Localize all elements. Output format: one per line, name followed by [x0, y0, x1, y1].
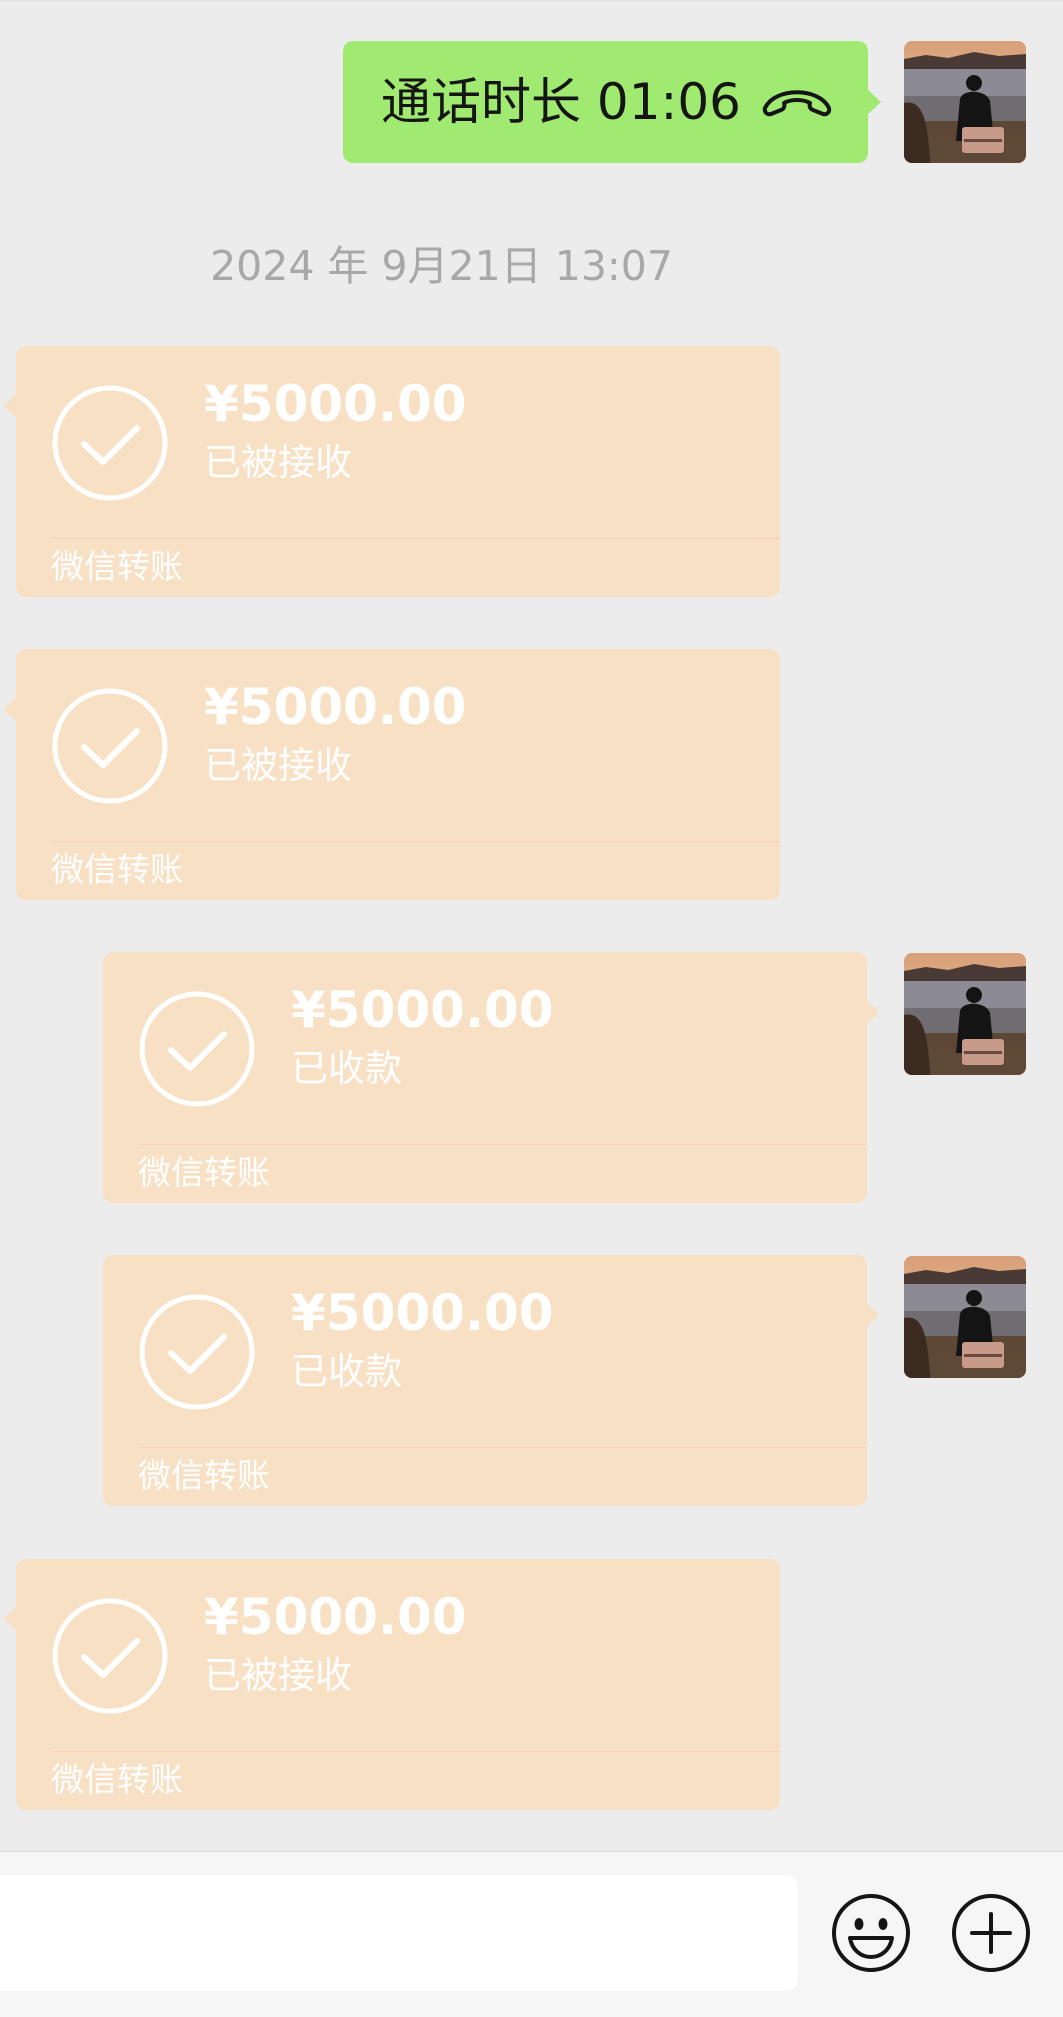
input-bar: [0, 1851, 1063, 2017]
check-circle-icon: [139, 1294, 255, 1410]
check-circle-icon: [52, 688, 168, 804]
phone-hangup-icon: [762, 90, 832, 117]
avatar[interactable]: [904, 953, 1026, 1075]
divider: [0, 0, 1063, 2]
transfer-source: 微信转账: [51, 1760, 183, 1799]
transfer-card[interactable]: ¥5000.00 已收款 微信转账: [103, 1255, 879, 1506]
avatar[interactable]: [904, 41, 1026, 163]
plus-circle-icon[interactable]: [950, 1892, 1032, 1974]
transfer-card[interactable]: ¥5000.00 已被接收 微信转账: [4, 649, 780, 900]
transfer-card[interactable]: ¥5000.00 已收款 微信转账: [103, 952, 879, 1203]
bubble-tail: [4, 697, 16, 721]
bubble-tail: [867, 1000, 879, 1024]
call-duration-bubble[interactable]: 通话时长 01:06: [343, 41, 881, 163]
bubble-tail: [867, 89, 881, 115]
bubble-tail: [4, 1607, 16, 1631]
transfer-source: 微信转账: [51, 547, 183, 586]
transfer-status: 已收款: [291, 1047, 402, 1090]
transfer-card[interactable]: ¥5000.00 已被接收 微信转账: [4, 346, 780, 597]
check-circle-icon: [52, 1598, 168, 1714]
divider: [51, 538, 780, 539]
bubble-tail: [867, 1303, 879, 1327]
check-circle-icon: [52, 385, 168, 501]
message-timestamp: 2024 年 9月21日 13:07: [210, 242, 673, 290]
check-circle-icon: [139, 991, 255, 1107]
divider: [138, 1447, 867, 1448]
transfer-status: 已被接收: [204, 441, 352, 484]
message-input[interactable]: [0, 1875, 798, 1991]
transfer-status: 已被接收: [204, 744, 352, 787]
transfer-amount: ¥5000.00: [291, 1284, 554, 1342]
transfer-card[interactable]: ¥5000.00 已被接收 微信转账: [4, 1559, 780, 1810]
transfer-status: 已被接收: [204, 1654, 352, 1697]
emoji-icon[interactable]: [830, 1892, 912, 1974]
divider: [138, 1144, 867, 1145]
divider: [51, 1751, 780, 1752]
call-duration-text: 通话时长 01:06: [381, 73, 741, 131]
chat-area: 通话时长 01:06 2024 年 9月21日 13:07 ¥5000.00 已…: [0, 0, 1063, 1851]
transfer-amount: ¥5000.00: [204, 1588, 467, 1646]
divider: [51, 841, 780, 842]
transfer-status: 已收款: [291, 1350, 402, 1393]
transfer-amount: ¥5000.00: [204, 375, 467, 433]
transfer-source: 微信转账: [138, 1456, 270, 1495]
avatar[interactable]: [904, 1256, 1026, 1378]
transfer-amount: ¥5000.00: [291, 981, 554, 1039]
transfer-amount: ¥5000.00: [204, 678, 467, 736]
bubble-tail: [4, 394, 16, 418]
transfer-source: 微信转账: [51, 850, 183, 889]
transfer-source: 微信转账: [138, 1153, 270, 1192]
